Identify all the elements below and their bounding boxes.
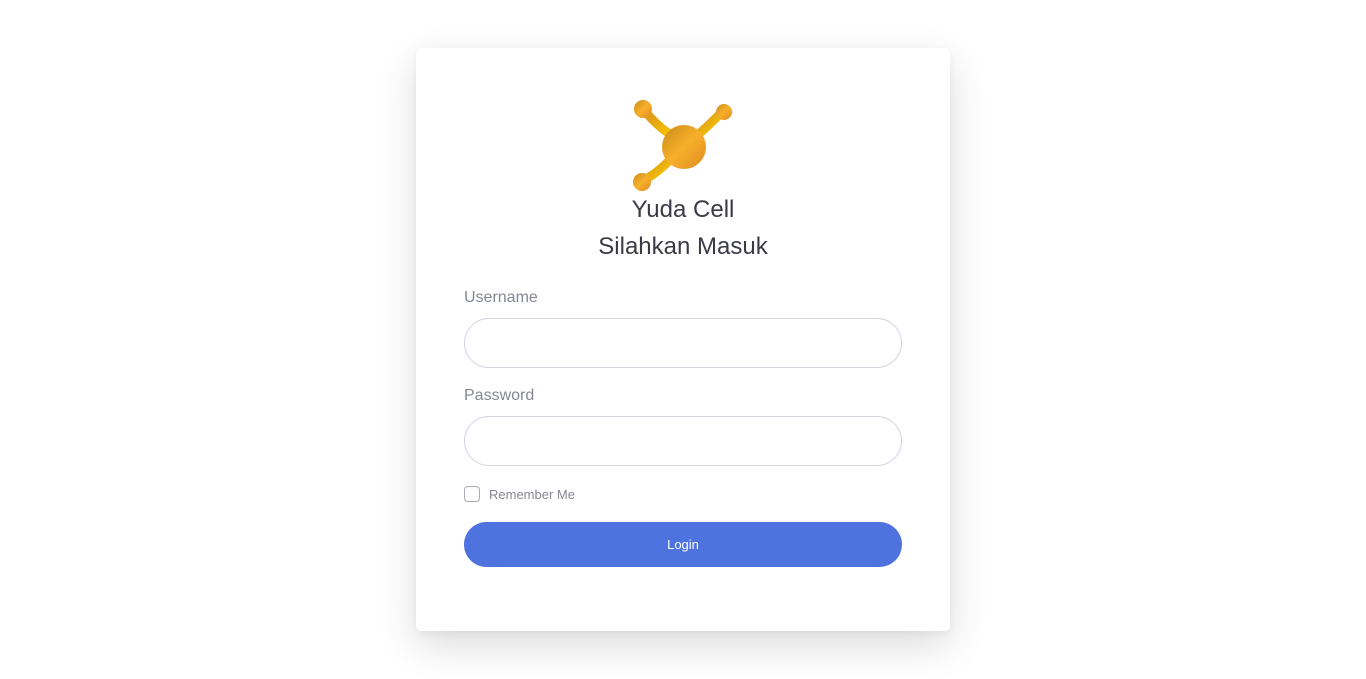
password-label: Password [464, 387, 535, 404]
brand-name: Yuda Cell [631, 196, 735, 223]
login-card: Yuda Cell Silahkan Masuk Username Passwo… [416, 48, 950, 631]
remember-me-label: Remember Me [489, 486, 575, 502]
remember-me-checkbox[interactable] [464, 486, 480, 502]
page-title: Silahkan Masuk [598, 233, 768, 260]
username-input[interactable] [464, 318, 902, 368]
username-label: Username [464, 289, 538, 306]
remember-me-row[interactable]: Remember Me [464, 485, 575, 503]
molecule-logo-icon [633, 100, 732, 191]
password-input[interactable] [464, 416, 902, 466]
login-button[interactable]: Login [464, 522, 902, 567]
